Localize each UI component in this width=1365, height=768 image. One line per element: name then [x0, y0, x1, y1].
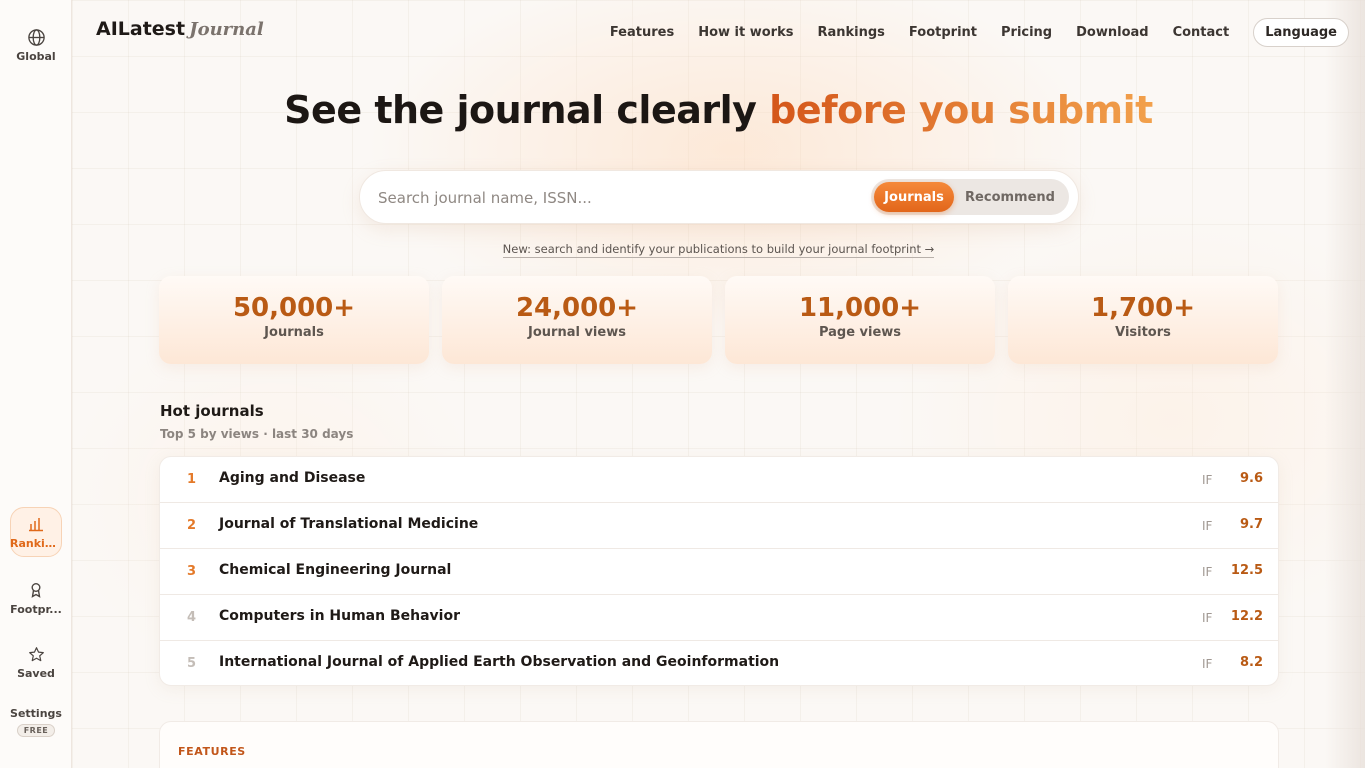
sidebar-item-label: Saved	[17, 667, 55, 680]
search-bar: Journals Recommend	[359, 170, 1079, 224]
journal-row[interactable]: 4 Computers in Human Behavior IF 12.2	[160, 595, 1278, 641]
nav-link-download[interactable]: Download	[1076, 25, 1148, 40]
stat-label: Visitors	[1115, 325, 1171, 340]
hot-journals-list: 1 Aging and Disease IF 9.6 2 Journal of …	[159, 456, 1279, 686]
hot-journals-subtitle: Top 5 by views · last 30 days	[160, 427, 354, 441]
impact-factor-label: IF	[1202, 565, 1213, 579]
nav-link-contact[interactable]: Contact	[1173, 25, 1230, 40]
impact-factor-value: 12.5	[1230, 563, 1263, 578]
journal-rank: 5	[187, 656, 197, 671]
globe-icon	[26, 27, 46, 47]
sidebar-item-global[interactable]: Global	[10, 27, 62, 63]
sidebar-item-footprint[interactable]: Footpr...	[10, 580, 62, 616]
hero-title: See the journal clearly before you submi…	[72, 88, 1365, 132]
journal-row[interactable]: 1 Aging and Disease IF 9.6	[160, 457, 1278, 503]
journal-name: Journal of Translational Medicine	[219, 516, 479, 532]
main-nav: Features How it works Rankings Footprint…	[610, 18, 1365, 47]
stat-card-journals: 50,000+ Journals	[159, 276, 429, 364]
stat-card-journal-views: 24,000+ Journal views	[442, 276, 712, 364]
journal-row[interactable]: 2 Journal of Translational Medicine IF 9…	[160, 503, 1278, 549]
impact-factor-label: IF	[1202, 657, 1213, 671]
stat-label: Page views	[818, 325, 902, 340]
hot-journals-title: Hot journals	[160, 402, 264, 420]
stat-value: 1,700+	[1090, 293, 1196, 323]
nav-link-footprint[interactable]: Footprint	[909, 25, 977, 40]
impact-factor-value: 9.6	[1239, 471, 1263, 486]
footprint-notice-link[interactable]: New: search and identify your publicatio…	[502, 242, 935, 258]
impact-factor-value: 9.7	[1239, 517, 1263, 532]
journal-rank: 3	[187, 564, 197, 579]
logo-sub-text: Journal	[189, 19, 264, 40]
footprint-notice: New: search and identify your publicatio…	[72, 242, 1365, 258]
nav-link-features[interactable]: Features	[610, 25, 674, 40]
journal-name: Aging and Disease	[219, 470, 366, 486]
stat-value: 24,000+	[515, 293, 639, 323]
impact-factor-value: 12.2	[1230, 609, 1263, 624]
journal-row[interactable]: 3 Chemical Engineering Journal IF 12.5	[160, 549, 1278, 595]
sidebar-item-saved[interactable]: Saved	[10, 644, 62, 680]
stat-card-visitors: 1,700+ Visitors	[1008, 276, 1278, 364]
stat-value: 11,000+	[798, 293, 922, 323]
sidebar-item-label: Rankin...	[10, 537, 62, 550]
stat-value: 50,000+	[232, 293, 356, 323]
hero-title-accent: before you submit	[769, 88, 1153, 132]
sidebar-item-label: Global	[16, 50, 56, 63]
journal-rank: 1	[187, 472, 197, 487]
nav-link-how-it-works[interactable]: How it works	[698, 25, 793, 40]
toggle-recommend[interactable]: Recommend	[954, 182, 1066, 212]
search-mode-toggle: Journals Recommend	[871, 179, 1069, 215]
features-section: FEATURES	[159, 721, 1279, 768]
features-section-label: FEATURES	[178, 745, 246, 758]
hero-title-plain: See the journal clearly	[284, 88, 757, 132]
sidebar-item-settings[interactable]: Settings FREE	[10, 707, 62, 737]
stat-card-page-views: 11,000+ Page views	[725, 276, 995, 364]
bar-chart-icon	[26, 514, 46, 534]
sidebar-item-label: Footpr...	[10, 603, 62, 616]
journal-name: Computers in Human Behavior	[219, 608, 460, 624]
stat-label: Journals	[264, 325, 324, 340]
footprint-pin-icon	[26, 580, 46, 600]
toggle-journals[interactable]: Journals	[874, 182, 954, 212]
language-button[interactable]: Language	[1253, 18, 1349, 47]
stat-label: Journal views	[528, 325, 626, 340]
impact-factor-value: 8.2	[1239, 655, 1263, 670]
impact-factor-label: IF	[1202, 519, 1213, 533]
top-header: AILatest Journal Features How it works Ra…	[72, 0, 1365, 62]
logo-main-text: AILatest	[96, 18, 186, 40]
site-logo[interactable]: AILatest Journal	[96, 18, 264, 40]
journal-rank: 4	[187, 610, 197, 625]
impact-factor-label: IF	[1202, 473, 1213, 487]
plan-badge: FREE	[16, 724, 56, 737]
nav-link-pricing[interactable]: Pricing	[1001, 25, 1052, 40]
journal-row[interactable]: 5 International Journal of Applied Earth…	[160, 641, 1278, 685]
sidebar: Global Rankin... Footpr... Saved Setting…	[0, 0, 72, 768]
journal-rank: 2	[187, 518, 197, 533]
impact-factor-label: IF	[1202, 611, 1213, 625]
star-icon	[26, 644, 46, 664]
journal-name: Chemical Engineering Journal	[219, 562, 452, 578]
sidebar-item-rankings[interactable]: Rankin...	[10, 507, 62, 557]
sidebar-item-label: Settings	[10, 707, 62, 720]
journal-name: International Journal of Applied Earth O…	[219, 654, 780, 670]
search-input[interactable]	[378, 185, 858, 211]
nav-link-rankings[interactable]: Rankings	[817, 25, 884, 40]
